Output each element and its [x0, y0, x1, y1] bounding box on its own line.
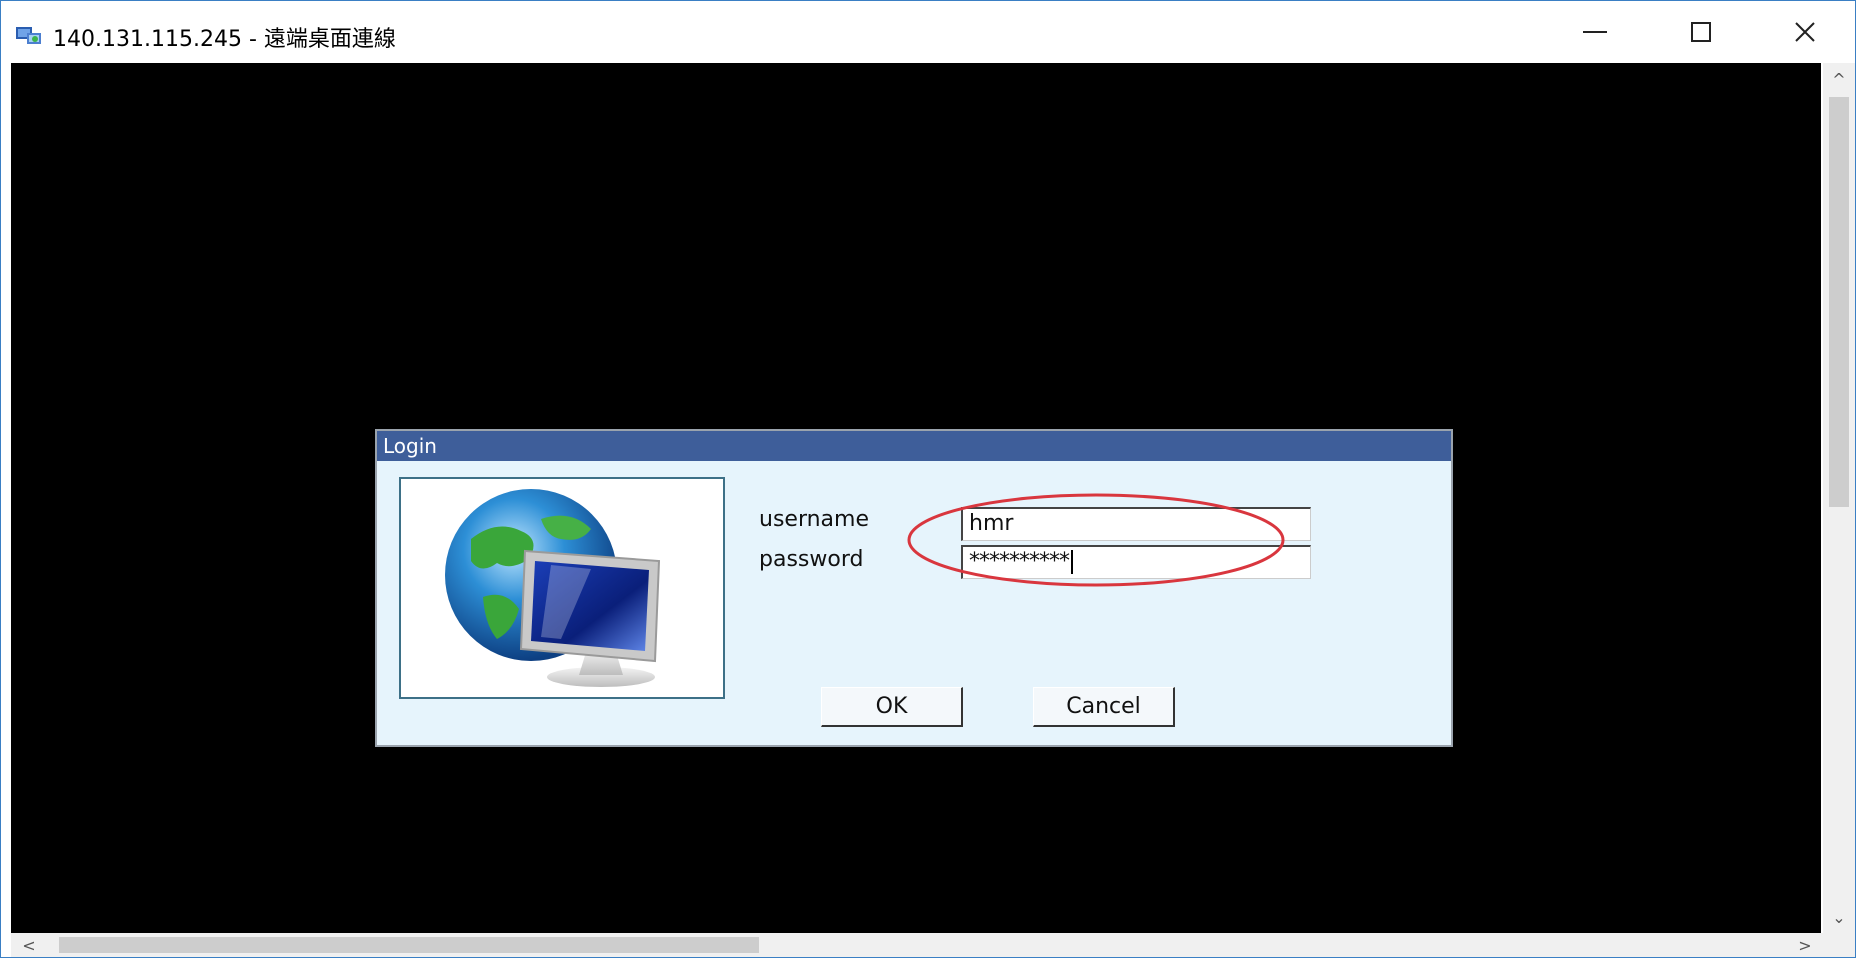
scroll-right-arrow-icon[interactable]: >	[1791, 933, 1819, 957]
globe-monitor-icon	[445, 489, 661, 687]
horizontal-scrollbar[interactable]: < >	[11, 933, 1823, 957]
ok-button[interactable]: OK	[821, 687, 963, 727]
rdp-window: 140.131.115.245 - 遠端桌面連線 ^ ⌄ < > Login u…	[0, 0, 1856, 958]
vertical-scrollbar[interactable]: ^ ⌄	[1823, 63, 1855, 933]
maximize-button[interactable]	[1653, 1, 1749, 63]
username-label: username	[759, 507, 869, 532]
vertical-scroll-thumb[interactable]	[1829, 97, 1849, 507]
username-value: hmr	[969, 511, 1014, 536]
close-button[interactable]	[1757, 1, 1853, 63]
title-bar[interactable]: 140.131.115.245 - 遠端桌面連線	[1, 1, 1855, 63]
window-title: 140.131.115.245 - 遠端桌面連線	[53, 27, 396, 52]
username-input[interactable]: hmr	[961, 507, 1311, 541]
horizontal-scroll-thumb[interactable]	[59, 937, 759, 953]
close-icon	[1795, 22, 1815, 42]
text-caret	[1071, 550, 1073, 574]
remote-desktop-icon	[16, 27, 41, 44]
scroll-up-arrow-icon[interactable]: ^	[1823, 65, 1855, 93]
dialog-title: Login	[383, 434, 437, 458]
login-image-frame	[399, 477, 725, 699]
scroll-down-arrow-icon[interactable]: ⌄	[1823, 903, 1855, 931]
password-value: **********	[969, 549, 1070, 574]
scroll-left-arrow-icon[interactable]: <	[15, 933, 43, 957]
minimize-button[interactable]	[1547, 1, 1643, 63]
scrollbar-corner	[1823, 933, 1855, 957]
minimize-icon	[1583, 31, 1607, 33]
maximize-icon	[1691, 22, 1711, 42]
password-label: password	[759, 547, 864, 572]
dialog-title-bar[interactable]: Login	[377, 431, 1451, 461]
cancel-button[interactable]: Cancel	[1033, 687, 1175, 727]
password-input[interactable]: **********	[961, 545, 1311, 579]
login-dialog: Login username password hmr ********** O…	[375, 429, 1453, 747]
